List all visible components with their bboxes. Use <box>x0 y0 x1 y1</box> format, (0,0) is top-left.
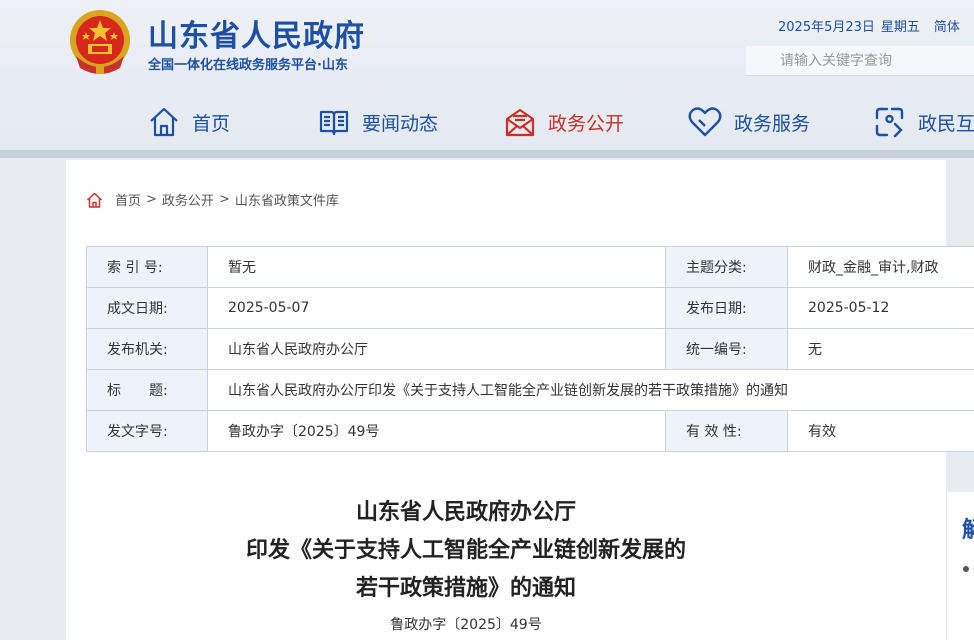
validity-label: 有 效 性: <box>665 410 788 452</box>
nav-news-label: 要闻动态 <box>362 112 439 135</box>
book-icon <box>319 110 349 136</box>
breadcrumb: 首页 > 政务公开 > 山东省政策文件库 <box>86 190 339 209</box>
document-title-line: 山东省人民政府办公厅 <box>355 500 576 525</box>
document-info-table: 索 引 号: 暂无 主题分类: 财政_金融_审计,财政 成文日期: 2025-0… <box>86 246 974 452</box>
created-date-value: 2025-05-07 <box>207 287 666 329</box>
table-row: 发文字号: 鲁政办字〔2025〕49号 有 效 性: 有效 <box>86 410 974 452</box>
published-date-label: 发布日期: <box>665 287 788 329</box>
table-row: 标 题: 山东省人民政府办公厅印发《关于支持人工智能全产业链创新发展的若干政策措… <box>86 369 974 411</box>
validity-value: 有效 <box>787 410 974 452</box>
home-icon <box>150 107 178 137</box>
nav-gov-service-label: 政务服务 <box>734 112 811 135</box>
document-title-line: 若干政策措施》的通知 <box>355 576 576 601</box>
national-emblem-icon[interactable] <box>68 8 132 76</box>
document-number: 鲁政办字〔2025〕49号 <box>390 617 542 633</box>
published-date-value: 2025-05-12 <box>787 287 974 329</box>
side-panel-heading[interactable]: 解 <box>962 512 974 544</box>
home-icon[interactable] <box>86 192 103 208</box>
nav-gov-open-label: 政务公开 <box>548 112 625 135</box>
topic-label: 主题分类: <box>665 246 788 288</box>
current-weekday: 星期五 <box>880 20 920 35</box>
bullet-icon <box>963 566 969 572</box>
issuer-label: 发布机关: <box>86 328 208 370</box>
envelope-icon <box>505 108 535 137</box>
table-row: 索 引 号: 暂无 主题分类: 财政_金融_审计,财政 <box>86 246 974 288</box>
breadcrumb-gov-open[interactable]: 政务公开 <box>162 190 214 209</box>
search-input[interactable] <box>746 46 974 76</box>
date-info: 2025年5月23日 星期五 简体 <box>778 16 966 35</box>
table-row: 成文日期: 2025-05-07 发布日期: 2025-05-12 <box>86 287 974 329</box>
created-date-label: 成文日期: <box>86 287 208 329</box>
nav-gov-open[interactable]: 政务公开 <box>504 102 624 142</box>
issuer-value: 山东省人民政府办公厅 <box>207 328 666 370</box>
nav-gov-service[interactable]: 政务服务 <box>688 102 810 142</box>
index-value: 暂无 <box>207 246 666 288</box>
index-label: 索 引 号: <box>86 246 208 288</box>
language-switch[interactable]: 简体 <box>934 20 960 35</box>
breadcrumb-policy-library[interactable]: 山东省政策文件库 <box>235 190 339 209</box>
breadcrumb-separator: > <box>146 192 157 207</box>
document-title-line: 印发《关于支持人工智能全产业链创新发展的 <box>245 538 686 563</box>
table-row: 发布机关: 山东省人民政府办公厅 统一编号: 无 <box>86 328 974 370</box>
nav-home-label: 首页 <box>192 112 231 135</box>
nav-interaction-label: 政民互 <box>918 112 974 135</box>
topic-value: 财政_金融_审计,财政 <box>787 246 974 288</box>
heart-icon <box>688 107 722 137</box>
unified-code-value: 无 <box>787 328 974 370</box>
doc-number-value: 鲁政办字〔2025〕49号 <box>207 410 666 452</box>
header-divider <box>0 150 974 158</box>
title-value: 山东省人民政府办公厅印发《关于支持人工智能全产业链创新发展的若干政策措施》的通知 <box>207 369 974 411</box>
site-subtitle[interactable]: 全国一体化在线政务服务平台·山东 <box>148 54 348 73</box>
nav-interaction[interactable]: 政民互 <box>873 102 974 142</box>
current-date: 2025年5月23日 <box>778 20 875 35</box>
interaction-icon <box>875 107 904 138</box>
breadcrumb-separator: > <box>218 192 230 207</box>
doc-number-label: 发文字号: <box>86 410 208 452</box>
unified-code-label: 统一编号: <box>665 328 788 370</box>
nav-news[interactable]: 要闻动态 <box>318 102 438 142</box>
document-title: 山东省人民政府办公厅 印发《关于支持人工智能全产业链创新发展的 若干政策措施》的… <box>66 494 866 608</box>
title-label: 标 题: <box>86 369 208 411</box>
nav-home[interactable]: 首页 <box>148 102 230 142</box>
breadcrumb-home[interactable]: 首页 <box>115 190 141 209</box>
site-title[interactable]: 山东省人民政府 <box>148 11 365 55</box>
